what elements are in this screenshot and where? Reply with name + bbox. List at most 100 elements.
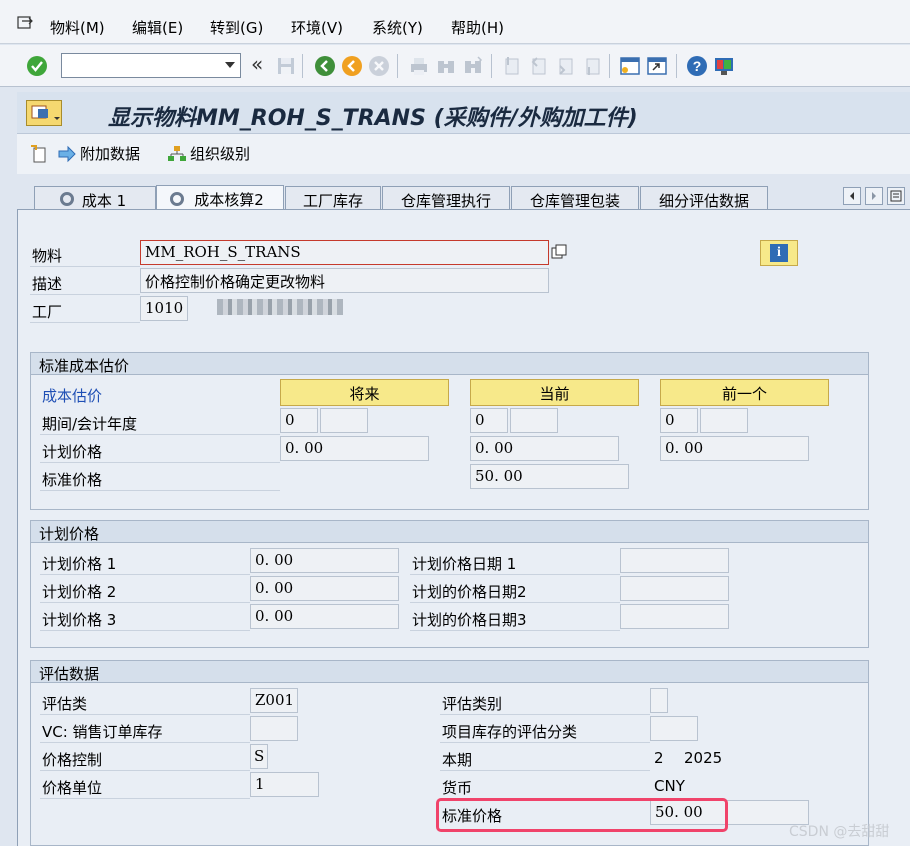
menu-help[interactable]: 帮助(H)	[451, 17, 504, 38]
enter-icon[interactable]	[26, 55, 48, 77]
arrow-right-icon	[58, 145, 76, 162]
info-icon: i	[770, 244, 788, 262]
menu-material[interactable]: 物料(M)	[50, 17, 105, 38]
last-page-icon[interactable]	[581, 55, 603, 77]
back-icon[interactable]	[314, 55, 336, 77]
menu-system[interactable]: 系统(Y)	[372, 17, 423, 38]
menu-edit[interactable]: 编辑(E)	[132, 17, 183, 38]
current-button[interactable]: 当前	[470, 379, 639, 406]
planned-date-3-label: 计划的价格日期3	[412, 611, 527, 629]
tab-wm-execution[interactable]: 仓库管理执行	[382, 186, 510, 210]
additional-data-button[interactable]: 附加数据	[57, 143, 140, 164]
current-period-label: 本期	[442, 751, 473, 769]
org-levels-button[interactable]: 组织级别	[167, 143, 250, 164]
future-planned-price-value: 0. 00	[285, 439, 324, 457]
price-unit-value: 1	[255, 775, 265, 793]
tab-split-valuation[interactable]: 细分评估数据	[640, 186, 768, 210]
current-planned-price-field: 0. 00	[470, 436, 619, 461]
previous-button[interactable]: 前一个	[660, 379, 829, 406]
planned-price-2-field: 0. 00	[250, 576, 399, 601]
menu-icon[interactable]	[17, 15, 35, 31]
prev-page-icon[interactable]	[527, 55, 549, 77]
project-stock-valuation-field	[650, 716, 698, 741]
previous-planned-price-value: 0. 00	[665, 439, 704, 457]
future-period-field: 0	[280, 408, 318, 433]
vc-sales-order-label: VC: 销售订单库存	[42, 723, 163, 741]
cancel-icon[interactable]	[368, 55, 390, 77]
project-stock-valuation-label: 项目库存的评估分类	[442, 723, 578, 741]
tab-wm-packaging-label: 仓库管理包装	[529, 192, 620, 210]
planned-price-group-title: 计划价格	[31, 521, 868, 543]
planned-price-3-value: 0. 00	[255, 607, 294, 625]
future-planned-price-field: 0. 00	[280, 436, 429, 461]
hierarchy-icon	[168, 145, 186, 161]
planned-date-3-field	[620, 604, 729, 629]
description-label: 描述	[32, 275, 63, 293]
previous-planned-price-field: 0. 00	[660, 436, 809, 461]
std-cost-group-title: 标准成本估价	[31, 353, 868, 375]
find-next-icon[interactable]	[462, 55, 484, 77]
org-levels-label: 组织级别	[190, 145, 251, 163]
std-price-label: 标准价格	[42, 471, 103, 489]
print-icon[interactable]	[408, 55, 430, 77]
previous-year-field	[700, 408, 748, 433]
info-button[interactable]: i	[760, 240, 798, 266]
planned-date-2-field	[620, 576, 729, 601]
tab-wm-packaging[interactable]: 仓库管理包装	[511, 186, 639, 210]
period-fy-label: 期间/会计年度	[42, 415, 138, 433]
current-year-value: 2025	[684, 749, 723, 767]
description-value: 价格控制价格确定更改物料	[145, 273, 326, 291]
tab-cost-1-label: 成本 1	[81, 192, 127, 210]
gear-icon	[170, 192, 184, 206]
layout-icon[interactable]	[713, 55, 735, 77]
plant-label: 工厂	[32, 303, 63, 321]
planned-price-1-value: 0. 00	[255, 551, 294, 569]
copy-icon[interactable]	[551, 244, 567, 260]
future-period-value: 0	[285, 411, 295, 429]
create-icon[interactable]	[29, 144, 49, 164]
layout-menu-icon[interactable]	[26, 100, 62, 126]
svg-text:?: ?	[693, 58, 702, 74]
tab-list-icon[interactable]	[887, 187, 905, 205]
future-year-field	[320, 408, 368, 433]
price-control-label: 价格控制	[42, 751, 103, 769]
material-value: MM_ROH_S_TRANS	[145, 243, 301, 261]
help-icon[interactable]: ?	[686, 55, 708, 77]
tab-scroll-right-icon[interactable]	[865, 187, 883, 205]
planned-date-1-label: 计划价格日期 1	[412, 555, 517, 573]
current-std-price-value: 50. 00	[475, 467, 523, 485]
plant-value: 1010	[145, 299, 184, 317]
shortcut-icon[interactable]	[646, 55, 668, 77]
planned-price-3-label: 计划价格 3	[42, 611, 117, 629]
previous-period-field: 0	[660, 408, 698, 433]
new-session-icon[interactable]	[619, 55, 641, 77]
current-std-price-field: 50. 00	[470, 464, 629, 489]
cost-estimate-header: 成本估价	[42, 387, 103, 405]
watermark: CSDN @去甜甜	[789, 824, 890, 840]
find-icon[interactable]	[435, 55, 457, 77]
planned-price-2-value: 0. 00	[255, 579, 294, 597]
menu-goto[interactable]: 转到(G)	[210, 17, 263, 38]
next-page-icon[interactable]	[554, 55, 576, 77]
current-period-value: 0	[475, 411, 485, 429]
tab-plant-stock[interactable]: 工厂库存	[285, 186, 381, 210]
material-field[interactable]: MM_ROH_S_TRANS	[140, 240, 549, 265]
tab-scroll-left-icon[interactable]	[843, 187, 861, 205]
valuation-group-title: 评估数据	[31, 661, 868, 683]
back-arrows-icon[interactable]: «	[251, 52, 263, 76]
command-field[interactable]	[61, 53, 241, 78]
exit-icon[interactable]	[341, 55, 363, 77]
price-control-field: S	[250, 744, 268, 769]
previous-period-value: 0	[665, 411, 675, 429]
chevron-down-icon[interactable]	[225, 62, 235, 68]
gear-icon	[60, 192, 74, 206]
currency-label: 货币	[442, 779, 473, 797]
application-toolbar	[17, 134, 910, 174]
planned-price-label: 计划价格	[42, 443, 103, 461]
menu-environment[interactable]: 环境(V)	[291, 17, 343, 38]
future-button[interactable]: 将来	[280, 379, 449, 406]
tab-cost-1[interactable]: 成本 1	[34, 186, 156, 210]
first-page-icon[interactable]	[500, 55, 522, 77]
save-icon[interactable]	[275, 55, 297, 77]
current-period-field: 0	[470, 408, 508, 433]
